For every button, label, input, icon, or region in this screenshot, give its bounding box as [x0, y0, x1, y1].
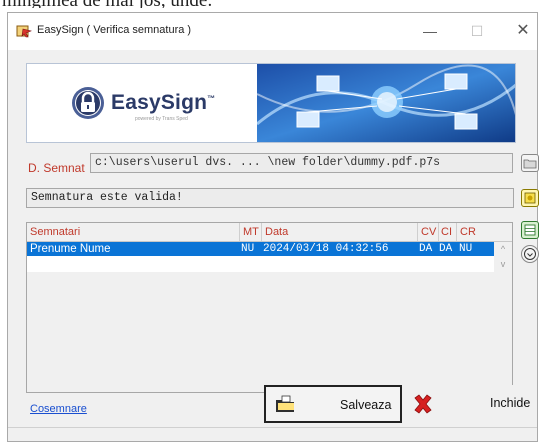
maximize-button[interactable]: ☐ [458, 19, 496, 43]
column-header-mt: MT [243, 226, 259, 238]
certificate-icon [524, 192, 536, 204]
logo-subtitle: powered by Trans Sped [135, 116, 188, 122]
scroll-up-icon[interactable]: ^ [495, 242, 511, 256]
status-bar-divider [8, 427, 537, 428]
column-header-data: Data [265, 226, 289, 238]
logo-trademark: ™ [207, 94, 216, 103]
column-header-cv: CV [421, 226, 437, 238]
cosemnare-link[interactable]: Cosemnare [30, 403, 87, 415]
background-caption-text: mingimea de mai jos, unde: [0, 0, 542, 8]
signed-file-label: D. Semnat [28, 161, 85, 175]
circle-arrow-icon [524, 248, 536, 260]
view-certificate-button[interactable] [521, 189, 539, 207]
close-button-label: Inchide [490, 396, 531, 410]
column-divider[interactable] [438, 223, 439, 241]
table-scrollbar[interactable]: ^ v [495, 242, 511, 272]
column-header-cr: CR [460, 226, 476, 238]
easysign-window: EasySign ( Verifica semnatura ) — ☐ ✕ Ea… [7, 12, 539, 442]
column-divider[interactable] [261, 223, 262, 241]
minimize-button[interactable]: — [411, 19, 449, 43]
table-row[interactable]: Prenume Nume NU 2024/03/18 04:32:56 DA D… [27, 242, 494, 256]
table-header: Semnatari MT Data CV CI CR [27, 223, 512, 242]
column-divider[interactable] [456, 223, 457, 241]
signers-table: Semnatari MT Data CV CI CR Prenume Nume … [26, 222, 513, 393]
save-button[interactable]: Salveaza [264, 385, 402, 423]
title-bar[interactable]: EasySign ( Verifica semnatura ) — ☐ ✕ [8, 13, 537, 50]
column-divider[interactable] [417, 223, 418, 241]
app-icon [16, 25, 32, 38]
column-divider[interactable] [239, 223, 240, 241]
logo-text: EasySign [111, 91, 208, 114]
easysign-banner: EasySign™ powered by Trans Sped [26, 63, 516, 143]
signature-status-field: Semnatura este valida! [26, 188, 514, 208]
details-button[interactable] [521, 245, 539, 263]
close-button[interactable]: Inchide [402, 385, 537, 423]
column-header-ci: CI [441, 226, 452, 238]
cell-cr: NU [459, 243, 473, 255]
banner-logo-area: EasySign™ powered by Trans Sped [27, 64, 257, 142]
save-folder-icon [276, 395, 294, 412]
scroll-down-icon[interactable]: v [495, 257, 511, 271]
cell-ci: DA [439, 243, 453, 255]
lock-logo-icon [72, 87, 104, 119]
column-header-semnatari: Semnatari [30, 226, 81, 238]
folder-icon [523, 159, 537, 169]
window-title: EasySign ( Verifica semnatura ) [37, 24, 192, 36]
cell-cv: DA [419, 243, 433, 255]
table-body: Prenume Nume NU 2024/03/18 04:32:56 DA D… [27, 242, 494, 272]
spreadsheet-icon [524, 224, 536, 236]
cell-mt: NU [241, 243, 255, 255]
save-button-label: Salveaza [340, 398, 392, 412]
close-window-button[interactable]: ✕ [504, 19, 542, 43]
signed-file-path-field[interactable]: c:\users\userul dvs. ... \new folder\dum… [90, 153, 513, 173]
browse-file-button[interactable] [521, 154, 539, 172]
red-x-icon [414, 394, 432, 414]
cell-data: 2024/03/18 04:32:56 [263, 243, 389, 255]
export-list-button[interactable] [521, 221, 539, 239]
banner-network-graphic [257, 64, 515, 142]
cell-semnatari: Prenume Nume [30, 243, 111, 255]
logo-wordmark: EasySign™ [111, 91, 215, 115]
